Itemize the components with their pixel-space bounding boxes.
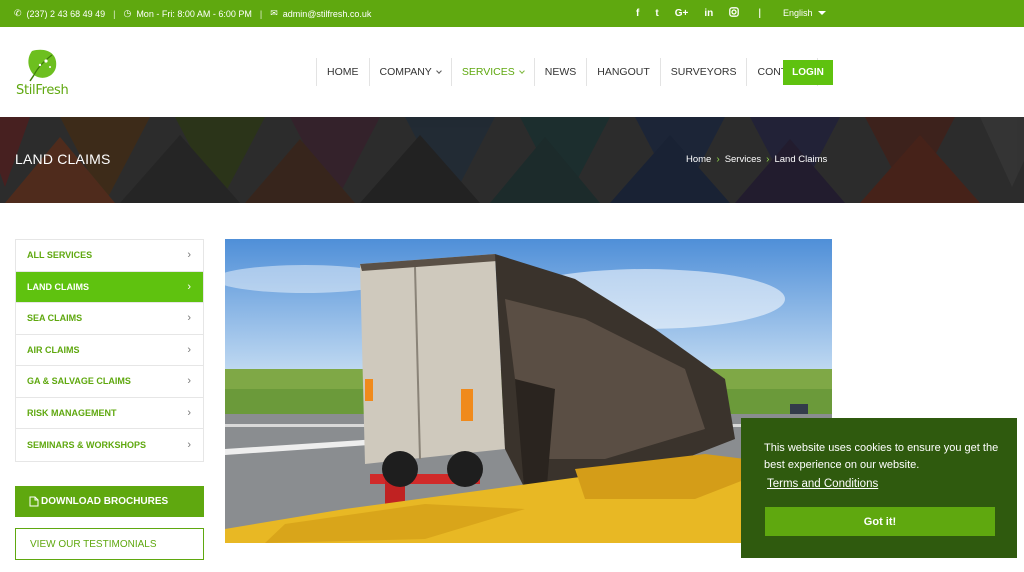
logo-wordmark: StilFresh — [16, 83, 69, 98]
breadcrumb-home[interactable]: Home — [686, 154, 711, 165]
nav-label: SURVEYORS — [670, 66, 737, 78]
sidebar-item-ga-salvage-claims[interactable]: GA & SALVAGE CLAIMS › — [16, 366, 203, 398]
login-button[interactable]: LOGIN — [783, 60, 833, 85]
chevron-right-icon: › — [187, 406, 191, 419]
sidebar-item-label: GA & SALVAGE CLAIMS — [27, 376, 131, 387]
cookie-message: This website uses cookies to ensure you … — [764, 442, 999, 471]
chevron-right-icon: › — [187, 343, 191, 356]
social-links: f t G+ in | — [636, 7, 764, 20]
language-label: English — [783, 8, 813, 18]
banner-background-pattern — [0, 117, 1024, 203]
site-header: StilFresh HOME COMPANY SERVICES NEWS HAN… — [0, 27, 1024, 117]
top-bar: ✆ (237) 2 43 68 49 49 | ◷ Mon - Fri: 8:0… — [0, 0, 1024, 27]
sidebar-item-label: RISK MANAGEMENT — [27, 407, 117, 418]
chevron-right-icon: › — [766, 154, 770, 165]
divider: | — [113, 8, 116, 19]
page-banner: LAND CLAIMS Home › Services › Land Claim… — [0, 117, 1024, 203]
nav-label: HANGOUT — [597, 66, 650, 78]
email-address[interactable]: admin@stilfresh.co.uk — [283, 9, 372, 19]
twitter-icon[interactable]: t — [655, 8, 658, 19]
logo[interactable]: StilFresh — [16, 47, 76, 102]
breadcrumb-services[interactable]: Services — [725, 154, 761, 165]
chevron-right-icon: › — [187, 249, 191, 262]
cookie-consent-banner: This website uses cookies to ensure you … — [741, 418, 1017, 558]
sidebar-item-air-claims[interactable]: AIR CLAIMS › — [16, 335, 203, 366]
nav-home[interactable]: HOME — [316, 58, 369, 86]
chevron-right-icon: › — [187, 438, 191, 451]
nav-label: COMPANY — [379, 66, 432, 78]
download-brochures-button[interactable]: DOWNLOAD BROCHURES — [15, 486, 204, 517]
sidebar-item-seminars-workshops[interactable]: SEMINARS & WORKSHOPS › — [16, 429, 203, 461]
sidebar-item-label: AIR CLAIMS — [27, 344, 80, 355]
sidebar-item-risk-management[interactable]: RISK MANAGEMENT › — [16, 398, 203, 429]
chevron-right-icon: › — [187, 312, 191, 325]
sidebar-item-all-services[interactable]: ALL SERVICES › — [16, 240, 203, 272]
instagram-icon[interactable] — [729, 7, 740, 20]
divider: | — [259, 8, 263, 19]
nav-label: SERVICES — [461, 66, 515, 78]
main-nav: HOME COMPANY SERVICES NEWS HANGOUT SURVE… — [316, 58, 819, 86]
opening-hours: Mon - Fri: 8:00 AM - 6:00 PM — [136, 8, 252, 19]
facebook-icon[interactable]: f — [636, 8, 639, 19]
terms-link[interactable]: Terms and Conditions — [767, 478, 878, 490]
accept-cookies-button[interactable]: Got it! — [765, 507, 995, 536]
breadcrumb-current: Land Claims — [774, 154, 828, 165]
nav-news[interactable]: NEWS — [533, 58, 587, 86]
google-plus-icon[interactable]: G+ — [675, 8, 689, 19]
nav-label: HOME — [327, 66, 359, 78]
leaf-logo-icon — [28, 49, 57, 82]
sidebar-item-sea-claims[interactable]: SEA CLAIMS › — [16, 303, 203, 335]
brochure-label: DOWNLOAD BROCHURES — [41, 496, 169, 507]
chevron-right-icon: › — [187, 375, 191, 388]
phone-number[interactable]: (237) 2 43 68 49 49 — [27, 9, 106, 19]
breadcrumb: Home › Services › Land Claims — [686, 154, 827, 165]
sidebar-item-label: SEMINARS & WORKSHOPS — [27, 439, 147, 450]
nav-company[interactable]: COMPANY — [368, 58, 451, 86]
mail-icon: ✉ — [270, 8, 278, 18]
chevron-right-icon: › — [716, 154, 720, 165]
sidebar-item-land-claims[interactable]: LAND CLAIMS › — [16, 271, 203, 303]
divider: | — [758, 8, 762, 19]
sidebar-item-label: LAND CLAIMS — [27, 281, 89, 292]
contact-info: ✆ (237) 2 43 68 49 49 | ◷ Mon - Fri: 8:0… — [14, 8, 371, 19]
services-sidebar: ALL SERVICES › LAND CLAIMS › SEA CLAIMS › A… — [15, 239, 204, 462]
chevron-right-icon: › — [187, 280, 191, 293]
chevron-down-icon — [817, 11, 826, 15]
nav-services[interactable]: SERVICES — [450, 58, 534, 86]
chevron-down-icon — [435, 67, 442, 74]
language-selector[interactable]: English — [783, 8, 826, 18]
phone-icon: ✆ — [14, 8, 22, 18]
nav-surveyors[interactable]: SURVEYORS — [659, 58, 747, 86]
clock-icon: ◷ — [123, 8, 132, 18]
document-icon — [29, 496, 39, 507]
nav-hangout[interactable]: HANGOUT — [586, 58, 660, 86]
linkedin-icon[interactable]: in — [704, 8, 713, 19]
page-title: LAND CLAIMS — [15, 151, 111, 167]
sidebar-item-label: SEA CLAIMS — [27, 313, 83, 324]
chevron-down-icon — [518, 67, 525, 74]
nav-label: NEWS — [544, 66, 577, 78]
sidebar-item-label: ALL SERVICES — [27, 250, 93, 261]
view-testimonials-button[interactable]: VIEW OUR TESTIMONIALS — [15, 528, 204, 560]
